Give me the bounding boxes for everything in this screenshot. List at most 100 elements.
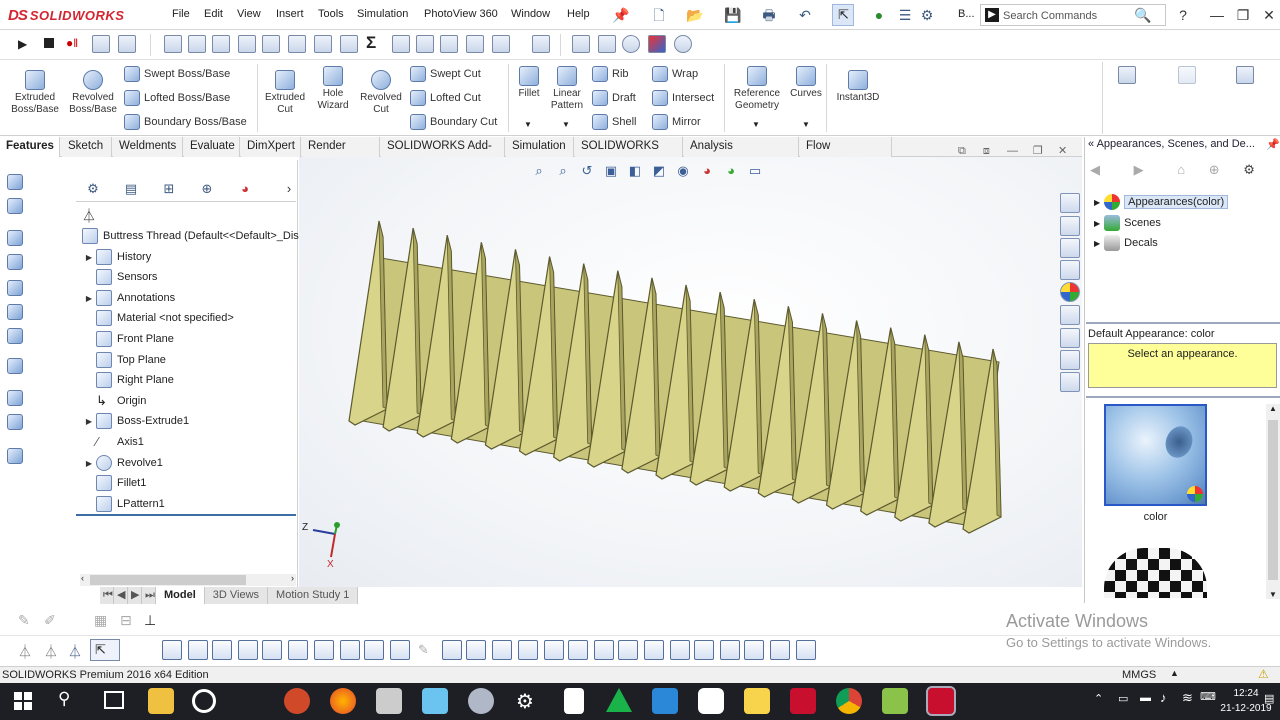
cortana-search-icon[interactable]: ⚲ [58, 689, 70, 709]
document-icon[interactable] [564, 688, 584, 714]
menu-photoview[interactable]: PhotoView 360 [424, 8, 498, 20]
tree-item-right-plane[interactable]: Right Plane [82, 370, 174, 390]
feature-icon-5[interactable] [7, 280, 23, 296]
menu-file[interactable]: File [172, 8, 190, 20]
feature-icon-10[interactable] [7, 414, 23, 430]
open-icon[interactable]: 📂 [686, 6, 704, 24]
additional-tools-icon[interactable] [1060, 372, 1080, 392]
folder-icon[interactable] [744, 688, 770, 714]
filter-toggle-icon[interactable]: ⏃ [18, 642, 32, 662]
paint-icon[interactable] [468, 688, 494, 714]
viewport-split-icon[interactable]: ⧈ [983, 145, 990, 157]
annotation-icon-2[interactable]: ✐ [44, 612, 56, 629]
tab-model[interactable]: Model [156, 587, 205, 604]
intersect-button[interactable]: Intersect [652, 90, 714, 106]
viewport-close-icon[interactable]: ✕ [1058, 145, 1067, 157]
feature-icon-1[interactable] [7, 174, 23, 190]
configuration-manager-tab-icon[interactable]: ⊞ [160, 180, 178, 198]
save-icon[interactable]: 💾 [724, 6, 742, 24]
new-document-icon[interactable]: 🗋 [650, 6, 668, 24]
tab-evaluate[interactable]: Evaluate [184, 137, 240, 157]
wrap-button[interactable]: Wrap [652, 66, 698, 82]
filter-dowel-icon[interactable] [694, 640, 714, 660]
camera-icon[interactable] [698, 688, 724, 714]
buttress-thread-model[interactable] [348, 220, 1002, 534]
tree-horizontal-scrollbar[interactable]: ‹ › [80, 573, 296, 586]
filter-tables-icon[interactable] [720, 640, 740, 660]
forward-icon[interactable]: ▶ [1134, 162, 1144, 177]
tray-chevron-icon[interactable]: ⌃ [1094, 692, 1103, 705]
tree-item-lpattern[interactable]: LPattern1 [82, 494, 165, 514]
help-icon[interactable]: ? [1174, 6, 1192, 24]
feature-icon-8[interactable] [7, 358, 23, 374]
file-explorer-taskbar-icon[interactable] [148, 688, 174, 714]
viewport-tile-icon[interactable]: ⧉ [958, 145, 966, 157]
thickness-icon[interactable] [466, 35, 484, 53]
powerpoint-icon[interactable] [284, 688, 310, 714]
feature-icon-4[interactable] [7, 254, 23, 270]
units-dropdown-icon[interactable]: ▲ [1170, 668, 1179, 678]
restore-window-icon[interactable]: ❐ [1234, 6, 1252, 24]
home-icon[interactable] [1060, 193, 1080, 213]
menu-simulation[interactable]: Simulation [357, 8, 408, 20]
edrawings-icon[interactable] [882, 688, 908, 714]
filter-hatch-icon[interactable] [644, 640, 664, 660]
filter-clear-icon[interactable]: ⏃ [44, 642, 58, 662]
filter-dimensions-icon[interactable] [442, 640, 462, 660]
display-manager-tab-icon[interactable]: ◕ [236, 180, 254, 198]
filter-points-icon[interactable] [340, 640, 360, 660]
draft-button[interactable]: Draft [592, 90, 636, 106]
menu-edit[interactable]: Edit [204, 8, 223, 20]
stop-macro-icon[interactable] [44, 38, 54, 48]
hole-wizard-button[interactable]: Hole Wizard [312, 66, 354, 112]
solidworks-logo[interactable]: DS SOLIDWORKS [8, 5, 144, 25]
pin-icon[interactable]: 📌 [612, 6, 630, 24]
media-player-icon[interactable] [192, 689, 216, 713]
lofted-cut-button[interactable]: Lofted Cut [410, 90, 481, 106]
expand-arrow-icon[interactable]: ▶ [82, 294, 96, 303]
tp-item-decals[interactable]: ▶ Decals [1094, 233, 1158, 253]
tab-flow-simulation[interactable]: Flow Simulation [800, 137, 892, 171]
color-icon[interactable] [648, 35, 666, 53]
dimxpert-manager-tab-icon[interactable]: ⊕ [198, 180, 216, 198]
annotation-icon-5[interactable]: ⊥ [144, 612, 156, 629]
annotation-icon-3[interactable]: ▦ [94, 612, 107, 629]
task-view-icon[interactable] [104, 691, 124, 709]
annotation-icon-1[interactable]: ✎ [18, 612, 30, 629]
pin-pane-icon[interactable]: 📌 [1266, 138, 1280, 151]
design-library-icon[interactable] [1060, 216, 1080, 236]
rib-button[interactable]: Rib [592, 66, 629, 82]
filter-cosmetic-icon[interactable] [618, 640, 638, 660]
rebuild-icon[interactable]: ● [870, 6, 888, 24]
scroll-down-icon[interactable]: ▼ [1269, 590, 1277, 599]
feature-manager-tab-icon[interactable]: ⚙ [84, 180, 102, 198]
battery-icon[interactable]: ▬ [1140, 692, 1151, 704]
draft-analysis-icon[interactable] [392, 35, 410, 53]
filter-solids-icon[interactable] [262, 640, 282, 660]
notification-icon[interactable]: ⚠ [1258, 667, 1269, 681]
instant3d-button[interactable]: Instant3D [832, 70, 884, 104]
start-icon[interactable] [14, 692, 32, 710]
check-ok-icon[interactable] [622, 35, 640, 53]
filter-icon[interactable]: ⏃ [82, 206, 96, 226]
linear-pattern-button[interactable]: Linear Pattern [546, 66, 588, 112]
sensor-icon[interactable] [262, 35, 280, 53]
solidworks-active-icon[interactable] [926, 686, 956, 716]
chrome-icon[interactable] [836, 688, 862, 714]
viewport-minimize-icon[interactable]: — [1007, 145, 1018, 157]
notes-icon[interactable] [422, 688, 448, 714]
mirror-button[interactable]: Mirror [652, 114, 701, 130]
tabs-next-icon[interactable]: › [280, 180, 298, 198]
options-gear-icon[interactable]: ⚙ [918, 6, 936, 24]
print-icon[interactable]: 🖶 [760, 6, 778, 24]
tab-weldments[interactable]: Weldments [113, 137, 183, 157]
feature-icon-6[interactable] [7, 304, 23, 320]
filter-weld-icon[interactable] [544, 640, 564, 660]
undercut-icon[interactable] [416, 35, 434, 53]
fillet-button[interactable]: Fillet [512, 66, 546, 100]
expand-arrow-icon[interactable]: ▶ [1094, 198, 1100, 207]
keyboard-icon[interactable]: ⌨ [1200, 690, 1216, 703]
tree-item-top-plane[interactable]: Top Plane [82, 350, 166, 370]
undo-icon[interactable]: ↶ [796, 6, 814, 24]
tab-add-ins[interactable]: SOLIDWORKS Add-Ins [381, 137, 505, 171]
